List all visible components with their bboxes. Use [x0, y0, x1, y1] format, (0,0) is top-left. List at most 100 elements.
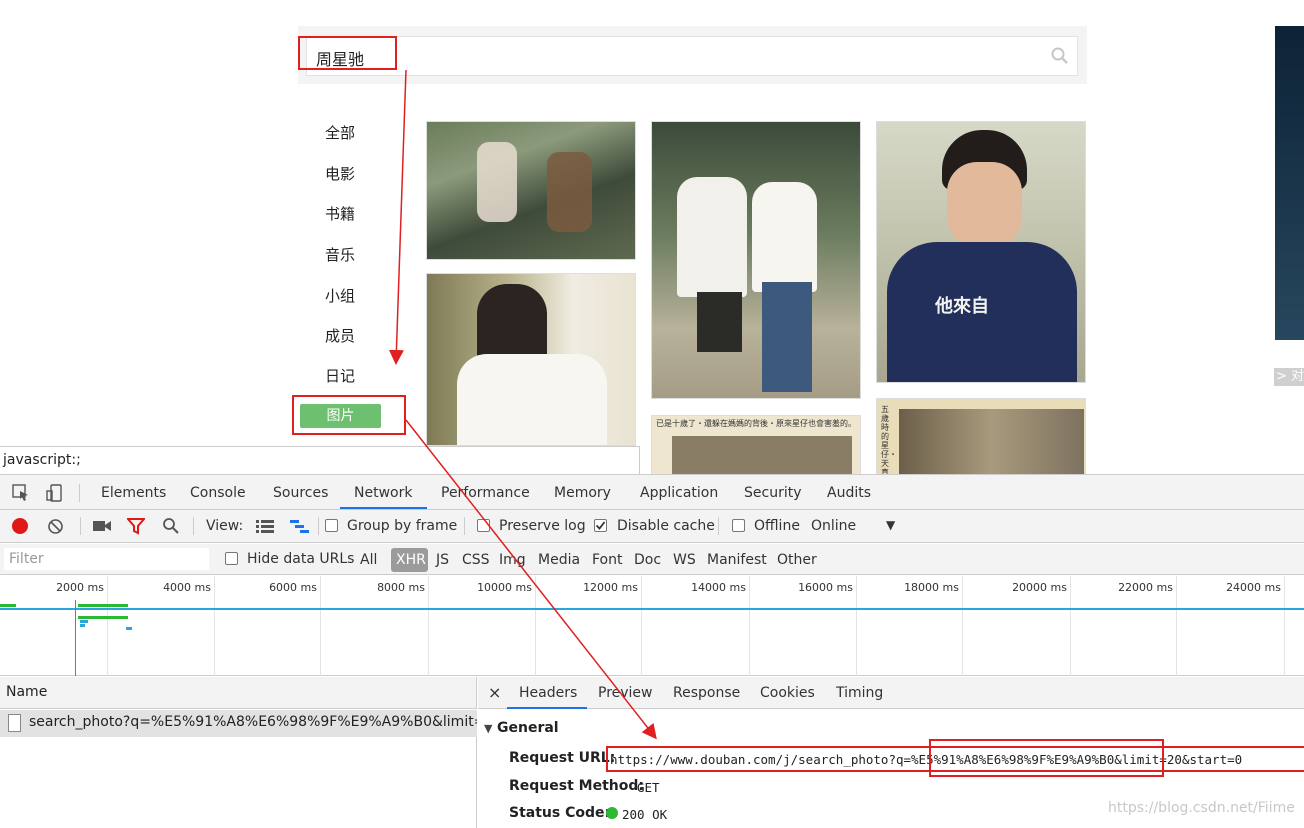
photo-5[interactable]: 他來自: [876, 121, 1086, 383]
throttle-select[interactable]: Online: [811, 518, 856, 534]
side-banner-image: [1275, 26, 1304, 340]
large-rows-icon[interactable]: [256, 519, 274, 533]
nav-item-group[interactable]: 小组: [310, 285, 370, 306]
screenshot-root: 周星驰 全部 电影 书籍 音乐 小组 成员 日记 图片 已是十歲了・還躲在媽媽的…: [0, 0, 1304, 828]
tab-cookies[interactable]: Cookies: [760, 685, 815, 701]
disable-cache-checkbox[interactable]: [594, 519, 607, 532]
search-input[interactable]: [306, 36, 1078, 76]
type-filter-media[interactable]: Media: [538, 552, 580, 568]
triangle-down-icon[interactable]: ▼: [484, 722, 492, 735]
photo-5-shirt-text: 他來自: [935, 296, 989, 317]
tab-console[interactable]: Console: [190, 485, 246, 501]
table-row[interactable]: search_photo?q=%E5%91%A8%E6%98%9F%E9%A9%…: [0, 710, 477, 737]
status-code-label: Status Code:: [509, 805, 611, 821]
preserve-log-checkbox[interactable]: [477, 519, 490, 532]
nav-item-books[interactable]: 书籍: [310, 203, 370, 224]
browser-status-bar: javascript:;: [0, 446, 640, 474]
tab-elements[interactable]: Elements: [101, 485, 166, 501]
type-filter-js[interactable]: JS: [436, 552, 449, 568]
status-dot-icon: [606, 807, 618, 819]
tab-response[interactable]: Response: [673, 685, 740, 701]
chevron-down-icon[interactable]: ▼: [886, 518, 895, 532]
photo-3[interactable]: [651, 121, 861, 399]
photo-2[interactable]: [426, 273, 636, 446]
photo-6[interactable]: 五歲時的星仔・天真: [876, 398, 1086, 475]
type-filter-css[interactable]: CSS: [462, 552, 490, 568]
annotation-box-photos: [292, 395, 406, 435]
tab-performance[interactable]: Performance: [441, 485, 530, 501]
tab-memory[interactable]: Memory: [554, 485, 611, 501]
timeline-bar: [78, 616, 128, 619]
type-filter-all[interactable]: All: [360, 552, 377, 568]
timeline-tick-label: 24000 ms: [1226, 581, 1281, 594]
group-by-frame-label: Group by frame: [347, 518, 458, 534]
request-url-label: Request URL:: [509, 750, 616, 766]
side-banner-label[interactable]: > 对: [1274, 368, 1304, 386]
document-icon: [8, 714, 21, 732]
toolbar-divider: [718, 517, 719, 535]
type-filter-font[interactable]: Font: [592, 552, 622, 568]
tab-preview[interactable]: Preview: [598, 685, 653, 701]
general-section-header[interactable]: General: [497, 720, 559, 736]
annotation-arrow-1: [388, 69, 407, 365]
clear-icon[interactable]: [47, 518, 64, 535]
timeline-gridline: [749, 576, 750, 676]
timeline-gridline: [962, 576, 963, 676]
type-filter-img[interactable]: Img: [499, 552, 526, 568]
inspect-element-icon[interactable]: [12, 484, 30, 502]
timeline-tick-label: 20000 ms: [1012, 581, 1067, 594]
toolbar-divider: [318, 517, 319, 535]
timeline-tick-label: 10000 ms: [477, 581, 532, 594]
timeline-gridline: [428, 576, 429, 676]
record-icon[interactable]: [12, 518, 28, 534]
timeline-bar: [0, 604, 16, 607]
nav-item-movie[interactable]: 电影: [310, 163, 370, 184]
preserve-log-label: Preserve log: [499, 518, 586, 534]
requests-name-column-header[interactable]: Name: [0, 677, 477, 709]
nav-item-all[interactable]: 全部: [310, 122, 370, 143]
tab-application[interactable]: Application: [640, 485, 718, 501]
check-icon: [595, 521, 606, 530]
timeline-marker: [75, 600, 76, 676]
view-label: View:: [206, 518, 244, 534]
timeline-gridline: [641, 576, 642, 676]
timeline-gridline: [535, 576, 536, 676]
nav-item-members[interactable]: 成员: [310, 325, 370, 346]
group-by-frame-checkbox[interactable]: [325, 519, 338, 532]
timeline-dom-line: [0, 608, 1304, 610]
search-icon[interactable]: [162, 517, 180, 535]
tab-timing[interactable]: Timing: [836, 685, 883, 701]
timeline-tick-label: 8000 ms: [377, 581, 425, 594]
filter-icon[interactable]: [127, 518, 145, 535]
type-filter-other[interactable]: Other: [777, 552, 817, 568]
filter-input[interactable]: Filter: [4, 548, 209, 570]
tab-audits[interactable]: Audits: [827, 485, 871, 501]
toolbar-divider: [193, 517, 194, 535]
timeline-gridline: [1284, 576, 1285, 676]
type-filter-ws[interactable]: WS: [673, 552, 696, 568]
nav-item-music[interactable]: 音乐: [310, 244, 370, 265]
nav-item-diary[interactable]: 日记: [310, 365, 370, 386]
tab-network[interactable]: Network: [354, 485, 412, 501]
camera-icon[interactable]: [92, 519, 112, 533]
search-icon[interactable]: [1050, 46, 1070, 66]
toolbar-divider: [80, 517, 81, 535]
type-filter-doc[interactable]: Doc: [634, 552, 661, 568]
photo-1[interactable]: [426, 121, 636, 260]
tab-sources[interactable]: Sources: [273, 485, 328, 501]
offline-checkbox[interactable]: [732, 519, 745, 532]
type-filter-manifest[interactable]: Manifest: [707, 552, 767, 568]
waterfall-icon[interactable]: [290, 519, 310, 533]
hide-data-urls-checkbox[interactable]: [225, 552, 238, 565]
requests-list-empty-area: [0, 737, 477, 828]
timeline-gridline: [1176, 576, 1177, 676]
timeline-tick-label: 22000 ms: [1118, 581, 1173, 594]
annotation-box-query: [929, 739, 1164, 777]
timeline-tick-label: 6000 ms: [269, 581, 317, 594]
device-toolbar-icon[interactable]: [45, 483, 65, 503]
close-icon[interactable]: ×: [488, 683, 501, 702]
tab-security[interactable]: Security: [744, 485, 802, 501]
tab-headers[interactable]: Headers: [519, 685, 577, 701]
photo-4[interactable]: 已是十歲了・還躲在媽媽的背後・原來星仔也會害羞的。: [651, 415, 861, 475]
type-filter-xhr[interactable]: XHR: [396, 552, 426, 568]
